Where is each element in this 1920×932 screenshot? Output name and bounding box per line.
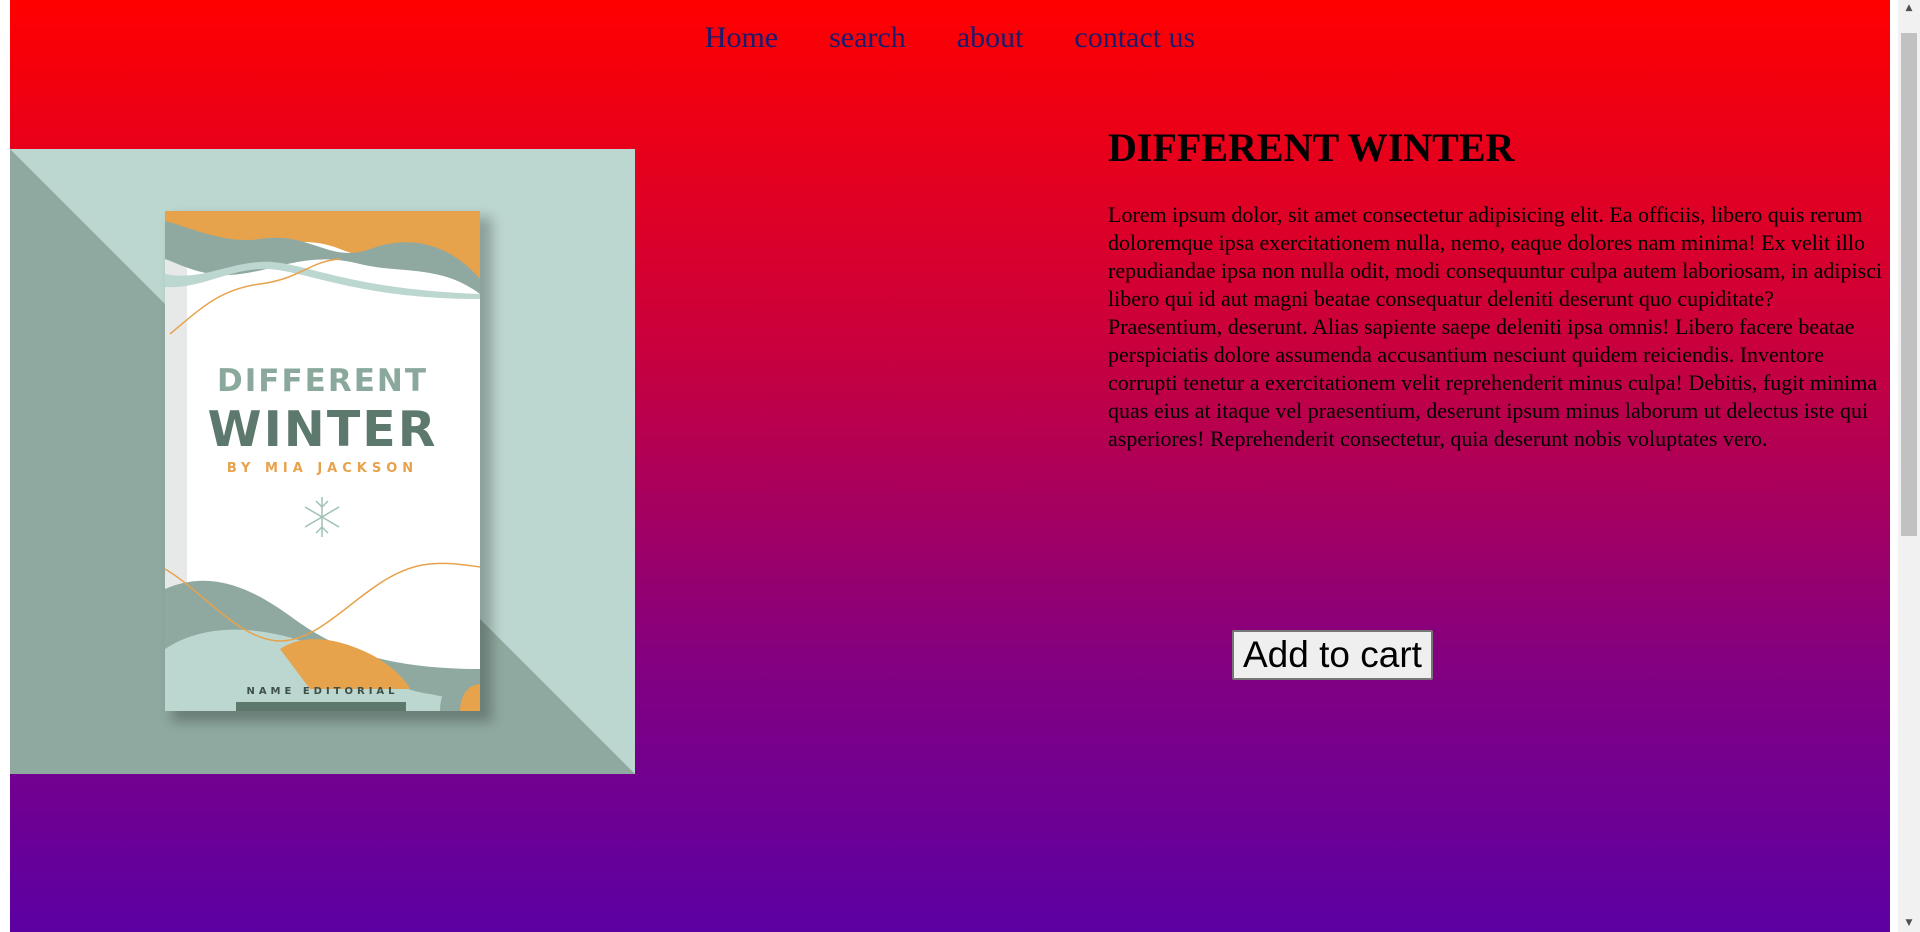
add-to-cart-button[interactable]: Add to cart xyxy=(1232,630,1433,680)
cover-publisher: NAME EDITORIAL xyxy=(246,686,399,697)
cover-author: BY MIA JACKSON xyxy=(226,461,419,476)
cover-title-top: DIFFERENT xyxy=(217,363,428,399)
product-title: DIFFERENT WINTER xyxy=(1108,125,1515,170)
product-description: Lorem ipsum dolor, sit amet consectetur … xyxy=(1108,202,1883,451)
nav-link-about[interactable]: about xyxy=(957,18,1024,57)
arrow-up-icon[interactable]: ▲ xyxy=(1898,0,1920,17)
vertical-scrollbar[interactable]: ▲ ▼ xyxy=(1898,0,1920,932)
book-cover-image: DIFFERENT WINTER BY MIA JACKSON NAME EDI… xyxy=(10,149,635,774)
nav-link-home[interactable]: Home xyxy=(705,18,778,57)
page: Home search about contact us DIFFERENT W… xyxy=(10,0,1890,932)
main-nav: Home search about contact us xyxy=(10,18,1890,57)
cover-title-bottom: WINTER xyxy=(207,401,438,458)
nav-link-search[interactable]: search xyxy=(829,18,906,57)
nav-link-contact-us[interactable]: contact us xyxy=(1074,18,1195,57)
scrollbar-thumb[interactable] xyxy=(1901,33,1917,536)
cover-bottom-bar xyxy=(236,702,406,711)
arrow-down-icon[interactable]: ▼ xyxy=(1898,915,1920,932)
